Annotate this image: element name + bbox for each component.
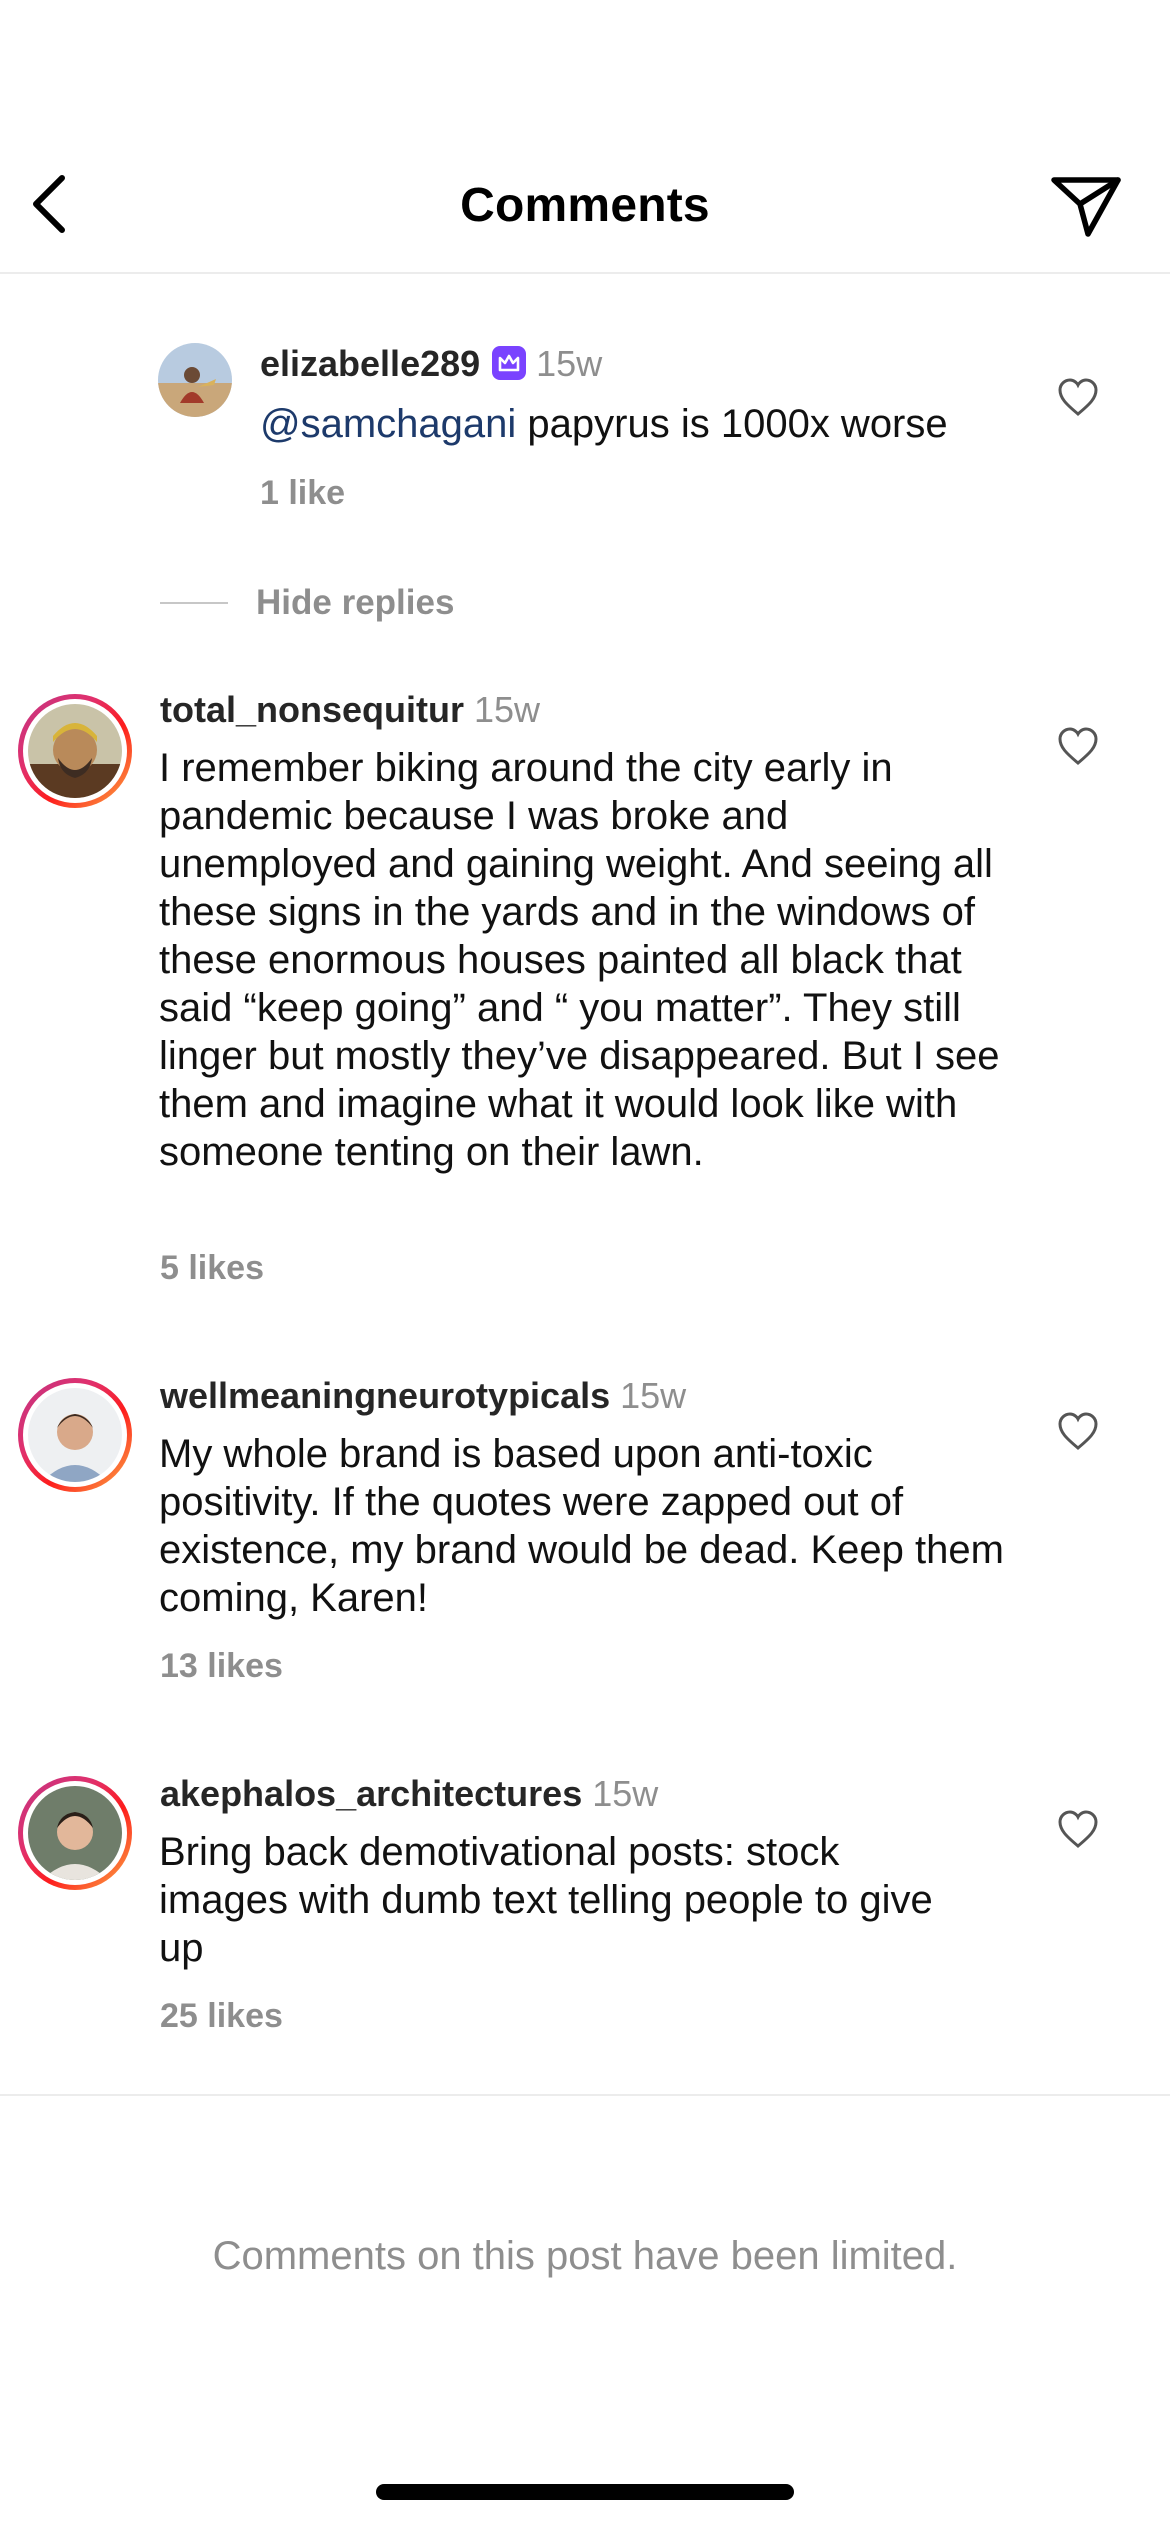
share-button[interactable] xyxy=(1046,170,1126,242)
hide-replies-button[interactable]: Hide replies xyxy=(160,578,454,628)
avatar[interactable] xyxy=(158,343,232,417)
avatar[interactable] xyxy=(18,1378,132,1492)
paper-plane-icon xyxy=(1051,177,1121,237)
comment-header: wellmeaningneurotypicals 15w xyxy=(160,1374,686,1418)
comment-text-body: papyrus is 1000x worse xyxy=(516,402,948,446)
comment-text: Bring back demotivational posts: stock i… xyxy=(159,1830,933,1970)
comment-header: total_nonsequitur 15w xyxy=(160,688,540,732)
heart-icon[interactable] xyxy=(1056,725,1100,769)
comment-header: akephalos_architectures 15w xyxy=(160,1772,658,1816)
comment-text: @samchagani papyrus is 1000x worse xyxy=(260,400,1110,448)
timestamp: 15w xyxy=(620,1375,687,1416)
header: Comments xyxy=(0,150,1170,274)
footer-divider xyxy=(0,2094,1170,2096)
page-title: Comments xyxy=(460,179,710,232)
username[interactable]: akephalos_architectures xyxy=(160,1773,582,1814)
heart-icon[interactable] xyxy=(1056,1410,1100,1454)
avatar[interactable] xyxy=(18,694,132,808)
likes-count[interactable]: 13 likes xyxy=(160,1647,283,1686)
timestamp: 15w xyxy=(592,1773,659,1814)
timestamp: 15w xyxy=(474,689,541,730)
hide-replies-label: Hide replies xyxy=(256,583,455,622)
heart-icon[interactable] xyxy=(1056,1808,1100,1852)
comments-limited-notice: Comments on this post have been limited. xyxy=(212,2234,958,2278)
comment-header: elizabelle289 15w xyxy=(260,342,602,386)
avatar-image xyxy=(28,1388,122,1482)
likes-count[interactable]: 25 likes xyxy=(160,1997,283,2036)
home-indicator[interactable] xyxy=(376,2484,794,2500)
avatar-image xyxy=(28,704,122,798)
likes-count[interactable]: 1 like xyxy=(260,474,345,513)
crown-badge-icon xyxy=(492,346,527,380)
comment-text: I remember biking around the city early … xyxy=(159,746,1000,1174)
username[interactable]: elizabelle289 xyxy=(260,343,480,384)
likes-count[interactable]: 5 likes xyxy=(160,1249,264,1288)
comments-screen: Comments elizabelle289 15w @samchagani p… xyxy=(0,0,1170,2532)
avatar-image xyxy=(158,343,232,417)
mention-link[interactable]: @samchagani xyxy=(260,402,516,446)
timestamp: 15w xyxy=(536,343,603,384)
comment-text: My whole brand is based upon anti-toxic … xyxy=(159,1432,1004,1620)
username[interactable]: total_nonsequitur xyxy=(160,689,464,730)
avatar[interactable] xyxy=(18,1776,132,1890)
avatar-image xyxy=(28,1786,122,1880)
divider-line xyxy=(160,602,228,604)
heart-icon[interactable] xyxy=(1056,376,1100,420)
username[interactable]: wellmeaningneurotypicals xyxy=(160,1375,610,1416)
